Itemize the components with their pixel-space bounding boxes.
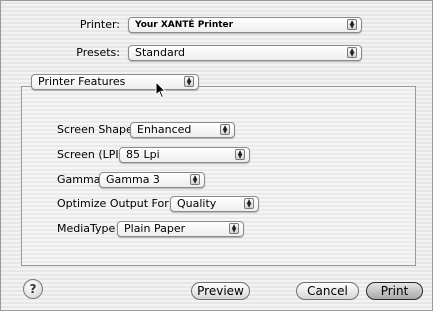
gamma-value: Gamma 3 bbox=[106, 173, 160, 186]
up-down-arrows-icon: ▲ ▼ bbox=[235, 149, 245, 160]
media-type-label: MediaType bbox=[57, 222, 116, 235]
screen-lpi-value: 85 Lpi bbox=[126, 148, 160, 161]
print-button[interactable]: Print bbox=[366, 282, 423, 300]
screen-shape-label: Screen Shape bbox=[57, 123, 133, 136]
up-down-arrows-icon: ▲ ▼ bbox=[184, 76, 194, 87]
printer-label: Printer: bbox=[79, 18, 120, 31]
up-down-arrows-icon: ▲ ▼ bbox=[244, 198, 254, 209]
printer-popup-value: Your XANTÉ Printer bbox=[135, 20, 234, 30]
question-mark-icon[interactable]: ? bbox=[23, 279, 43, 299]
printer-popup[interactable]: Your XANTÉ Printer ▲ ▼ bbox=[128, 17, 362, 33]
optimize-output-value: Quality bbox=[177, 197, 217, 210]
gamma-label: Gamma bbox=[57, 173, 101, 186]
presets-popup-value: Standard bbox=[135, 46, 186, 59]
up-down-arrows-icon: ▲ ▼ bbox=[347, 19, 357, 30]
up-down-arrows-icon: ▲ ▼ bbox=[347, 47, 357, 58]
mouse-pointer-icon bbox=[155, 81, 167, 99]
presets-popup[interactable]: Standard ▲ ▼ bbox=[128, 45, 362, 61]
panel-popup-value: Printer Features bbox=[38, 75, 126, 88]
media-type-value: Plain Paper bbox=[124, 222, 186, 235]
screen-shape-value: Enhanced bbox=[137, 123, 192, 136]
optimize-output-label: Optimize Output For bbox=[57, 197, 169, 210]
up-down-arrows-icon: ▲ ▼ bbox=[220, 124, 230, 135]
screen-lpi-label: Screen (LPI) bbox=[57, 148, 123, 161]
up-down-arrows-icon: ▲ ▼ bbox=[190, 174, 200, 185]
panel-popup[interactable]: Printer Features ▲ ▼ bbox=[31, 74, 199, 90]
preview-button[interactable]: Preview bbox=[191, 282, 250, 300]
optimize-output-popup[interactable]: Quality ▲ ▼ bbox=[170, 196, 259, 212]
screen-shape-popup[interactable]: Enhanced ▲ ▼ bbox=[130, 122, 235, 138]
presets-label: Presets: bbox=[76, 46, 120, 59]
gamma-popup[interactable]: Gamma 3 ▲ ▼ bbox=[99, 172, 205, 188]
cancel-button[interactable]: Cancel bbox=[296, 282, 359, 300]
up-down-arrows-icon: ▲ ▼ bbox=[229, 223, 239, 234]
media-type-popup[interactable]: Plain Paper ▲ ▼ bbox=[117, 221, 244, 237]
screen-lpi-popup[interactable]: 85 Lpi ▲ ▼ bbox=[119, 147, 250, 163]
